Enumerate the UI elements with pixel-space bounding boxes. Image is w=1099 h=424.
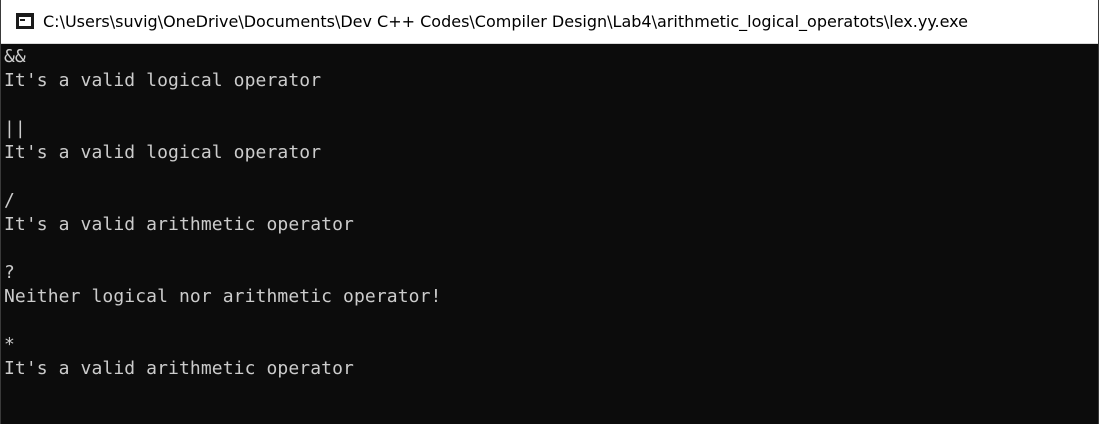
console-line: ? — [4, 262, 15, 283]
console-app-icon[interactable] — [16, 13, 34, 29]
window-title: C:\Users\suvig\OneDrive\Documents\Dev C+… — [43, 12, 968, 31]
console-line: It's a valid logical operator — [4, 142, 322, 163]
console-window: C:\Users\suvig\OneDrive\Documents\Dev C+… — [0, 0, 1099, 424]
console-line: && — [4, 46, 26, 67]
console-output[interactable]: && It's a valid logical operator || It's… — [1, 44, 1098, 424]
title-bar[interactable]: C:\Users\suvig\OneDrive\Documents\Dev C+… — [1, 0, 1098, 44]
console-line: || — [4, 118, 26, 139]
console-line: It's a valid logical operator — [4, 70, 322, 91]
console-lines: && It's a valid logical operator || It's… — [4, 45, 441, 381]
console-line: It's a valid arithmetic operator — [4, 214, 354, 235]
console-line: Neither logical nor arithmetic operator! — [4, 286, 442, 307]
console-line: / — [4, 190, 15, 211]
console-line: * — [4, 334, 15, 355]
console-line: It's a valid arithmetic operator — [4, 358, 354, 379]
